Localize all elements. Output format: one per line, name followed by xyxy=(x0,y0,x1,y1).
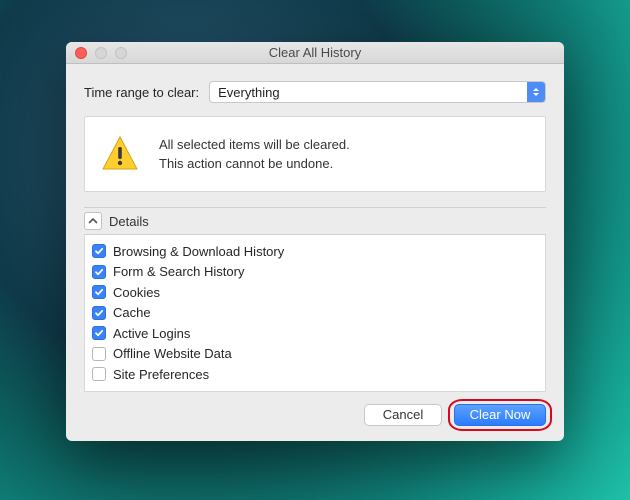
time-range-select[interactable]: Everything xyxy=(209,81,546,103)
checkbox[interactable] xyxy=(92,326,106,340)
list-item: Offline Website Data xyxy=(92,344,538,365)
check-icon xyxy=(94,287,104,297)
checkbox[interactable] xyxy=(92,265,106,279)
dialog-content: Time range to clear: Everything All sele… xyxy=(66,64,564,441)
close-icon[interactable] xyxy=(75,47,87,59)
clear-now-highlight: Clear Now xyxy=(454,404,546,426)
minimize-icon xyxy=(95,47,107,59)
dialog-window: Clear All History Time range to clear: E… xyxy=(66,42,564,441)
list-item: Site Preferences xyxy=(92,364,538,385)
checkbox-label[interactable]: Site Preferences xyxy=(113,367,209,382)
check-icon xyxy=(94,267,104,277)
chevron-up-icon xyxy=(88,216,98,226)
checkbox-label[interactable]: Offline Website Data xyxy=(113,346,232,361)
checkbox[interactable] xyxy=(92,306,106,320)
checkbox-label[interactable]: Browsing & Download History xyxy=(113,244,284,259)
details-label: Details xyxy=(109,214,149,229)
checkbox[interactable] xyxy=(92,244,106,258)
button-row: Cancel Clear Now xyxy=(84,404,546,426)
details-list: Browsing & Download History Form & Search… xyxy=(84,235,546,392)
checkbox[interactable] xyxy=(92,285,106,299)
zoom-icon xyxy=(115,47,127,59)
checkbox-label[interactable]: Cache xyxy=(113,305,151,320)
checkbox[interactable] xyxy=(92,347,106,361)
list-item: Browsing & Download History xyxy=(92,241,538,262)
time-range-row: Time range to clear: Everything xyxy=(84,81,546,103)
check-icon xyxy=(94,308,104,318)
checkbox-label[interactable]: Cookies xyxy=(113,285,160,300)
window-title: Clear All History xyxy=(66,45,564,60)
list-item: Active Logins xyxy=(92,323,538,344)
traffic-lights xyxy=(66,47,127,59)
time-range-label: Time range to clear: xyxy=(84,85,199,100)
list-item: Cache xyxy=(92,303,538,324)
warning-line-2: This action cannot be undone. xyxy=(159,154,350,174)
checkbox-label[interactable]: Form & Search History xyxy=(113,264,244,279)
warning-panel: All selected items will be cleared. This… xyxy=(84,116,546,192)
time-range-value: Everything xyxy=(218,85,279,100)
clear-now-button[interactable]: Clear Now xyxy=(454,404,546,426)
warning-line-1: All selected items will be cleared. xyxy=(159,135,350,155)
check-icon xyxy=(94,328,104,338)
warning-icon xyxy=(99,133,141,175)
titlebar: Clear All History xyxy=(66,42,564,64)
disclosure-toggle[interactable] xyxy=(84,212,102,230)
checkbox[interactable] xyxy=(92,367,106,381)
details-header: Details xyxy=(84,207,546,235)
warning-text: All selected items will be cleared. This… xyxy=(159,135,350,174)
check-icon xyxy=(94,246,104,256)
list-item: Form & Search History xyxy=(92,262,538,283)
cancel-button[interactable]: Cancel xyxy=(364,404,442,426)
select-stepper-icon xyxy=(527,82,545,102)
list-item: Cookies xyxy=(92,282,538,303)
checkbox-label[interactable]: Active Logins xyxy=(113,326,190,341)
